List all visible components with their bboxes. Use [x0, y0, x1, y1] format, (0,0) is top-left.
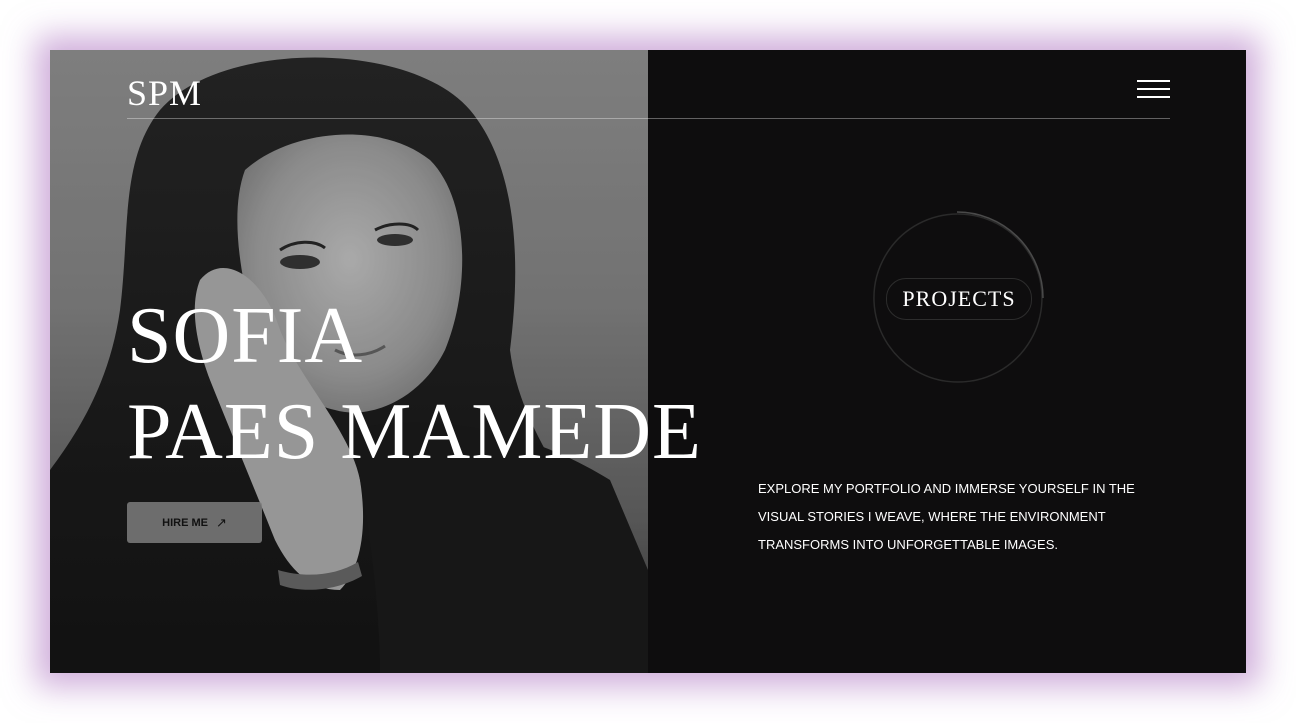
projects-button[interactable]: PROJECTS — [886, 278, 1032, 320]
menu-bar — [1137, 80, 1170, 82]
hire-me-button[interactable]: HIRE ME ↗ — [127, 502, 262, 543]
menu-bar — [1137, 88, 1170, 90]
intro-text: EXPLORE MY PORTFOLIO AND IMMERSE YOURSEL… — [758, 481, 1135, 552]
logo[interactable]: SPM — [127, 72, 202, 114]
menu-bar — [1137, 96, 1170, 98]
hire-me-label: HIRE ME — [162, 516, 208, 529]
hero-name-line1: SOFIA — [127, 292, 364, 380]
hero-name-line2: PAES MAMEDE — [127, 388, 702, 476]
hero-name: SOFIA PAES MAMEDE — [127, 288, 702, 480]
arrow-up-right-icon: ↗ — [215, 514, 227, 530]
hamburger-menu-icon[interactable] — [1137, 80, 1170, 102]
header-divider — [127, 118, 1170, 119]
